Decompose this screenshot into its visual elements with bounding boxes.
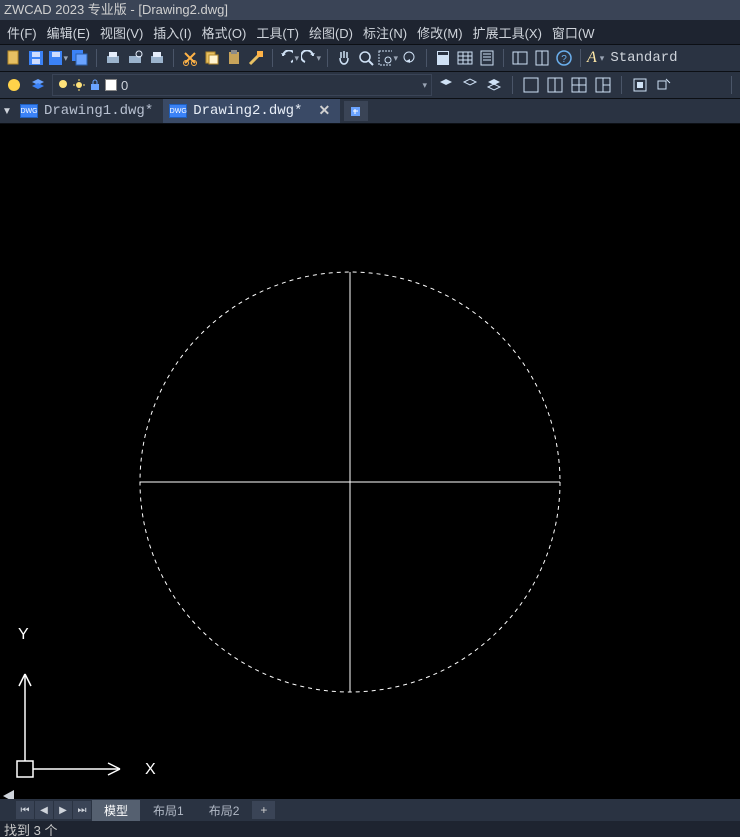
menu-format[interactable]: 格式(O)	[197, 21, 252, 44]
viewport-three-icon[interactable]	[593, 75, 613, 95]
last-tab-icon[interactable]: ⏭	[73, 801, 91, 819]
standard-toolbar: ▾ ▾ ▾ ▾ ? A▾ Standard	[0, 45, 740, 72]
dwg-file-icon: DWG	[20, 104, 38, 118]
text-style-icon[interactable]: A	[587, 49, 597, 67]
file-tab-drawing1[interactable]: DWG Drawing1.dwg*	[14, 99, 163, 123]
pan-icon[interactable]	[334, 48, 354, 68]
file-tab-label: Drawing2.dwg*	[193, 103, 302, 119]
paste-icon[interactable]	[224, 48, 244, 68]
menu-bar: 件(F) 编辑(E) 视图(V) 插入(I) 格式(O) 工具(T) 绘图(D)…	[0, 20, 740, 45]
menu-file[interactable]: 件(F)	[2, 21, 42, 44]
tab-list-dropdown[interactable]: ▼	[0, 106, 14, 117]
toolbar-separator	[503, 49, 504, 67]
dropdown-icon[interactable]: ▾	[422, 80, 427, 91]
properties-icon[interactable]	[477, 48, 497, 68]
tool-palette-icon[interactable]	[532, 48, 552, 68]
lightbulb-icon	[57, 79, 69, 91]
menu-ext[interactable]: 扩展工具(X)	[468, 21, 547, 44]
layer-iso-icon[interactable]	[460, 75, 480, 95]
layout-tab-bar: ⏮ ◀ ▶ ⏭ 模型 布局1 布局2 +	[0, 799, 740, 821]
menu-draw[interactable]: 绘图(D)	[304, 21, 358, 44]
toolbar-separator	[731, 76, 732, 94]
print-preview-icon[interactable]	[125, 48, 145, 68]
plus-icon	[349, 104, 363, 118]
file-tab-label: Drawing1.dwg*	[44, 103, 153, 119]
calc-icon[interactable]	[433, 48, 453, 68]
menu-tools[interactable]: 工具(T)	[251, 21, 304, 44]
app-title: ZWCAD 2023 专业版 - [Drawing2.dwg]	[4, 2, 228, 17]
menu-view[interactable]: 视图(V)	[95, 21, 148, 44]
save-icon[interactable]	[26, 48, 46, 68]
toolbar-separator	[173, 49, 174, 67]
layout1-tab[interactable]: 布局1	[141, 800, 196, 821]
layer-toolbar: 0 ▾	[0, 72, 740, 99]
save-all-icon[interactable]	[70, 48, 90, 68]
toolbar-separator	[621, 76, 622, 94]
layer-prev-icon[interactable]	[484, 75, 504, 95]
layer-selector[interactable]: 0 ▾	[52, 74, 432, 96]
layer-name: 0	[121, 78, 128, 93]
new-file-icon[interactable]	[4, 48, 24, 68]
toolbar-separator	[96, 49, 97, 67]
title-bar: ZWCAD 2023 专业版 - [Drawing2.dwg]	[0, 0, 740, 20]
model-tab[interactable]: 模型	[92, 800, 140, 821]
text-style-selector[interactable]: Standard	[610, 50, 677, 66]
first-tab-icon[interactable]: ⏮	[16, 801, 34, 819]
toolbar-separator	[512, 76, 513, 94]
undo-icon[interactable]: ▾	[279, 48, 299, 68]
prev-tab-icon[interactable]: ◀	[35, 801, 53, 819]
menu-modify[interactable]: 修改(M)	[412, 21, 468, 44]
viewport-four-icon[interactable]	[569, 75, 589, 95]
add-layout-tab[interactable]: +	[252, 801, 275, 819]
zoom-realtime-icon[interactable]	[356, 48, 376, 68]
toolbar-separator	[580, 49, 581, 67]
redo-icon[interactable]: ▾	[301, 48, 321, 68]
layer-manager-icon[interactable]	[28, 75, 48, 95]
menu-edit[interactable]: 编辑(E)	[42, 21, 95, 44]
next-tab-icon[interactable]: ▶	[54, 801, 72, 819]
sun-icon	[73, 79, 85, 91]
match-prop-icon[interactable]	[246, 48, 266, 68]
toolbar-separator	[272, 49, 273, 67]
close-tab-icon[interactable]: ✕	[318, 103, 330, 120]
layout2-tab[interactable]: 布局2	[197, 800, 252, 821]
save-as-icon[interactable]: ▾	[48, 48, 68, 68]
file-tab-drawing2[interactable]: DWG Drawing2.dwg* ✕	[163, 99, 340, 123]
y-axis-label: Y	[18, 626, 29, 643]
cut-icon[interactable]	[180, 48, 200, 68]
menu-window[interactable]: 窗口(W	[547, 21, 600, 44]
help-icon[interactable]: ?	[554, 48, 574, 68]
table-icon[interactable]	[455, 48, 475, 68]
copy-icon[interactable]	[202, 48, 222, 68]
lock-icon	[89, 79, 101, 91]
design-center-icon[interactable]	[510, 48, 530, 68]
print-icon[interactable]	[103, 48, 123, 68]
x-axis-label: X	[145, 761, 156, 778]
toolbar-separator	[327, 49, 328, 67]
status-bar: 找到 3 个	[0, 821, 740, 837]
zoom-window-icon[interactable]: ▾	[378, 48, 398, 68]
layer-off-icon[interactable]	[436, 75, 456, 95]
menu-insert[interactable]: 插入(I)	[148, 21, 196, 44]
drawing-canvas[interactable]: X Y	[0, 124, 740, 799]
viewport-two-icon[interactable]	[545, 75, 565, 95]
new-tab-button[interactable]	[344, 101, 368, 121]
svg-text:?: ?	[561, 54, 567, 65]
block-icon[interactable]	[630, 75, 650, 95]
block-insert-icon[interactable]	[654, 75, 674, 95]
dwg-file-icon: DWG	[169, 104, 187, 118]
toolbar-separator	[426, 49, 427, 67]
dropdown-icon[interactable]: ▾	[600, 53, 605, 64]
layer-state-icon[interactable]	[4, 75, 24, 95]
menu-dimension[interactable]: 标注(N)	[358, 21, 412, 44]
viewport-single-icon[interactable]	[521, 75, 541, 95]
document-tab-bar: ▼ DWG Drawing1.dwg* DWG Drawing2.dwg* ✕	[0, 99, 740, 124]
layer-color-swatch	[105, 79, 117, 91]
status-text: 找到 3 个	[4, 823, 57, 837]
plot-icon[interactable]	[147, 48, 167, 68]
zoom-prev-icon[interactable]	[400, 48, 420, 68]
